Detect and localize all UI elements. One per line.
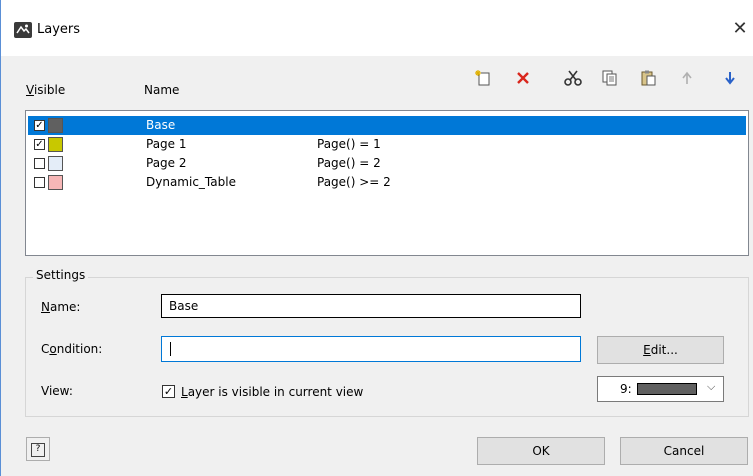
layer-name: Page 2: [146, 156, 187, 170]
layer-color-swatch: [48, 118, 63, 133]
layer-condition: Page() = 2: [317, 156, 381, 170]
layer-row-base[interactable]: ✓ Base: [28, 116, 746, 135]
cut-icon[interactable]: [563, 68, 583, 88]
cancel-button[interactable]: Cancel: [620, 437, 748, 465]
copy-icon[interactable]: [600, 68, 620, 88]
name-field-value: Base: [169, 299, 199, 313]
column-header-visible: Visible: [26, 83, 65, 97]
help-button[interactable]: ?: [26, 437, 50, 461]
column-visible-rest: isible: [33, 83, 66, 97]
layer-visible-checkbox[interactable]: ✓: [34, 120, 45, 131]
condition-label: Condition:: [41, 342, 102, 356]
layer-visible-checkbox[interactable]: ✓: [34, 139, 45, 150]
paste-icon[interactable]: [639, 68, 659, 88]
layers-dialog: Layers ✕ Visible Name ✓ Base ✓ Page 1 Pa…: [0, 0, 753, 476]
name-label-rest: ame:: [49, 300, 81, 314]
layer-color-swatch: [48, 137, 63, 152]
move-up-icon[interactable]: [677, 68, 697, 88]
combo-value-label: 9:: [620, 382, 632, 396]
layer-visible-checkbox[interactable]: [34, 177, 45, 188]
layer-color-swatch: [48, 156, 63, 171]
window-title: Layers: [37, 22, 81, 37]
layer-row-page-2[interactable]: Page 2 Page() = 2: [28, 154, 746, 173]
layer-condition: Page() >= 2: [317, 175, 391, 189]
settings-group-title: Settings: [33, 268, 89, 282]
visible-in-view-mnemonic: L: [181, 385, 188, 399]
name-label-mnemonic: N: [41, 300, 50, 314]
edit-button[interactable]: Edit...: [597, 336, 724, 364]
condition-label-rest: ndition:: [56, 342, 103, 356]
name-field[interactable]: Base: [161, 294, 581, 318]
layer-name: Dynamic_Table: [146, 175, 236, 189]
layer-visible-checkbox[interactable]: [34, 158, 45, 169]
visible-in-view-rest: ayer is visible in current view: [187, 385, 364, 399]
column-header-name: Name: [144, 83, 180, 97]
new-layer-icon[interactable]: [473, 68, 493, 88]
view-label: View:: [41, 384, 73, 398]
condition-label-mnemonic: o: [49, 342, 57, 356]
name-label: Name:: [41, 300, 80, 314]
layer-name: Page 1: [146, 137, 187, 151]
combo-color-swatch: [637, 383, 697, 395]
chevron-down-icon: ⌵: [707, 380, 716, 393]
edit-button-mnemonic: E: [643, 343, 651, 357]
close-icon[interactable]: ✕: [727, 16, 753, 42]
title-bar: Layers ✕: [1, 0, 753, 56]
ok-button[interactable]: OK: [477, 437, 605, 465]
edit-button-rest: dit...: [650, 343, 678, 357]
move-down-icon[interactable]: [720, 68, 740, 88]
layer-row-page-1[interactable]: ✓ Page 1 Page() = 1: [28, 135, 746, 154]
layer-row-dynamic-table[interactable]: Dynamic_Table Page() >= 2: [28, 173, 746, 192]
layer-condition: Page() = 1: [317, 137, 381, 151]
text-cursor: [170, 342, 171, 356]
layer-name: Base: [146, 118, 176, 132]
condition-field[interactable]: [161, 336, 581, 362]
delete-icon[interactable]: [513, 68, 533, 88]
view-color-combo[interactable]: 9: ⌵: [597, 376, 724, 402]
column-visible-first-letter: V: [26, 83, 34, 97]
layers-app-icon: [14, 22, 32, 38]
layer-color-swatch: [48, 175, 63, 190]
layers-list[interactable]: ✓ Base ✓ Page 1 Page() = 1 Page 2 Page()…: [25, 110, 749, 256]
visible-in-view-label: Layer is visible in current view: [181, 385, 363, 399]
visible-in-view-checkbox[interactable]: ✓: [162, 385, 175, 398]
help-icon: ?: [31, 443, 45, 457]
